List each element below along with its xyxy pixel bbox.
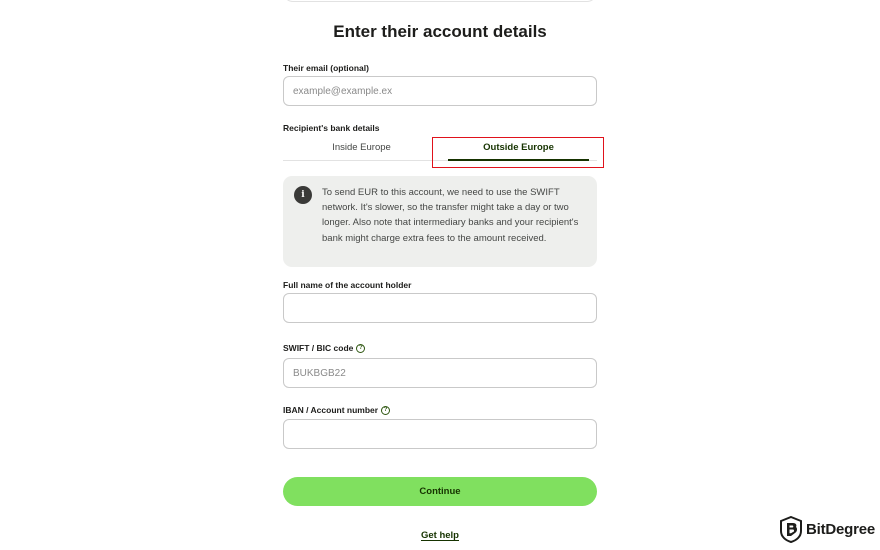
swift-label: SWIFT / BIC code: [283, 343, 354, 353]
account-holder-field[interactable]: [283, 293, 597, 323]
email-field[interactable]: [283, 76, 597, 106]
bank-region-tabs: Inside Europe Outside Europe: [283, 137, 597, 161]
question-circle-icon[interactable]: ?: [381, 405, 391, 415]
page-title: Enter their account details: [333, 22, 547, 41]
previous-card-edge: [283, 0, 597, 2]
info-icon: i: [294, 186, 312, 204]
get-help-row: Get help: [0, 530, 880, 541]
question-circle-icon[interactable]: ?: [356, 343, 366, 353]
tab-outside-europe[interactable]: Outside Europe: [440, 137, 597, 161]
email-label: Their email (optional): [283, 63, 369, 73]
bitdegree-wordmark: BitDegree: [806, 521, 876, 538]
iban-field[interactable]: [283, 419, 597, 449]
bitdegree-logo-icon: [780, 516, 802, 543]
iban-label-row: IBAN / Account number ?: [283, 405, 391, 415]
swift-info-box: i To send EUR to this account, we need t…: [283, 176, 597, 267]
bitdegree-watermark: BitDegree: [780, 516, 875, 543]
bank-details-label: Recipient's bank details: [283, 123, 380, 133]
swift-info-text: To send EUR to this account, we need to …: [322, 187, 579, 244]
swift-field[interactable]: [283, 358, 597, 388]
iban-label: IBAN / Account number: [283, 405, 379, 415]
swift-label-row: SWIFT / BIC code ?: [283, 343, 366, 353]
tab-inside-europe[interactable]: Inside Europe: [283, 137, 440, 160]
account-holder-label: Full name of the account holder: [283, 280, 412, 290]
get-help-link[interactable]: Get help: [421, 530, 459, 541]
continue-button[interactable]: Continue: [283, 477, 597, 506]
